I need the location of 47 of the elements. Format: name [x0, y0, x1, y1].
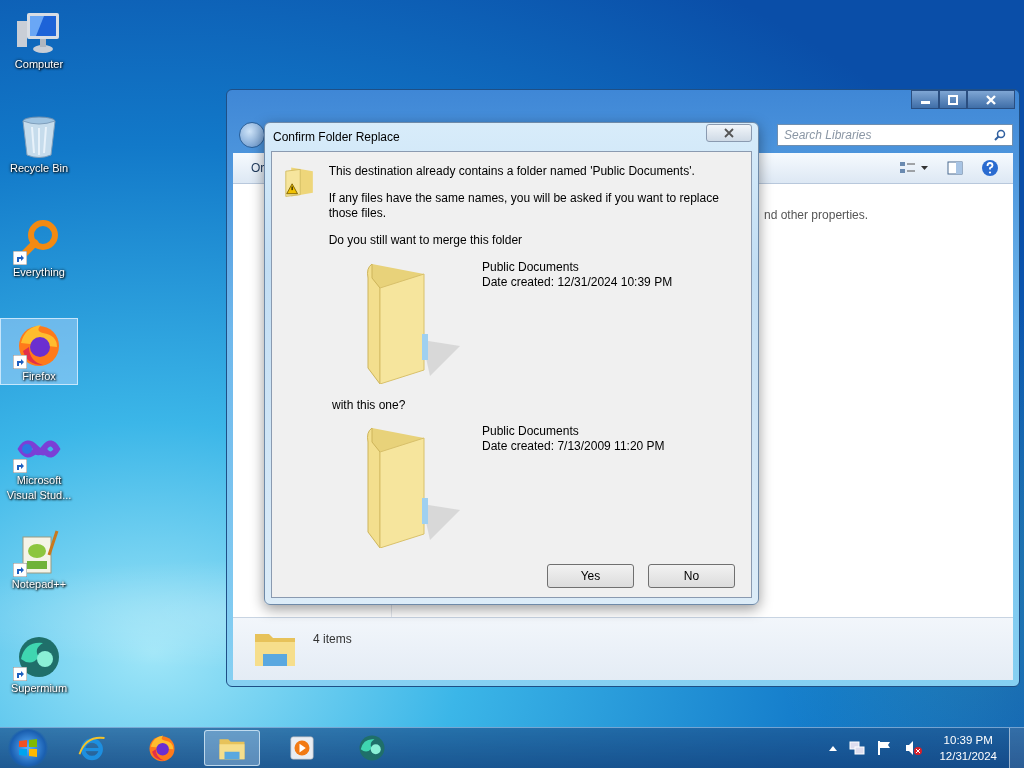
close-icon — [986, 94, 996, 105]
dialog-detail: If any files have the same names, you will be asked if you want to replace those files. — [328, 191, 720, 221]
folder-name: Public Documents — [482, 260, 580, 275]
dialog-connector: with this one? — [332, 398, 407, 412]
desktop-icon[interactable]: Recycle Bin — [0, 110, 78, 177]
help-icon[interactable] — [981, 159, 999, 177]
dialog-title: Confirm Folder Replace — [273, 130, 400, 144]
search-field[interactable]: Search Libraries — [777, 124, 1013, 146]
organize-menu[interactable]: Or — [251, 161, 265, 175]
clock[interactable]: 10:39 PM 12/31/2024 — [939, 732, 997, 764]
network-icon[interactable] — [849, 740, 866, 756]
folder-name: Public Documents — [482, 424, 580, 439]
speaker-muted-icon[interactable] — [905, 740, 924, 756]
minimize-icon — [920, 101, 930, 104]
show-desktop-button[interactable] — [1009, 728, 1024, 768]
windows-logo-icon — [17, 737, 39, 759]
search-icon — [994, 129, 1006, 141]
close-icon — [724, 128, 734, 138]
item-count: 4 items — [313, 632, 352, 646]
dialog-message: This destination already contains a folder named 'Public Documents'. — [328, 164, 696, 179]
shortcut-arrow-icon — [13, 667, 27, 681]
clock-date: 12/31/2024 — [939, 749, 997, 764]
firefox-icon — [147, 733, 177, 763]
minimize-button[interactable] — [911, 90, 939, 109]
view-icon[interactable] — [899, 161, 929, 175]
library-description: nd other properties. — [764, 208, 869, 224]
dialog-button[interactable]: Yes — [547, 564, 634, 588]
close-button[interactable] — [706, 124, 752, 142]
desktop-icon[interactable]: Everything — [0, 214, 78, 281]
clock-time: 10:39 PM — [943, 733, 993, 748]
folder-date: Date created: 12/31/2024 10:39 PM — [482, 275, 673, 290]
shortcut-arrow-icon — [13, 355, 27, 369]
maximize-button[interactable] — [939, 90, 967, 109]
shortcut-arrow-icon — [13, 251, 27, 265]
play-icon — [287, 733, 317, 763]
maximize-icon — [948, 94, 958, 105]
back-button[interactable] — [239, 122, 265, 148]
taskbar-button[interactable] — [204, 730, 260, 766]
shortcut-arrow-icon — [13, 563, 27, 577]
desktop-icon[interactable]: Computer — [0, 6, 78, 73]
shortcut-arrow-icon — [13, 459, 27, 473]
supermium-icon — [357, 733, 387, 763]
dialog-question: Do you still want to merge this folder — [328, 233, 524, 248]
close-button[interactable] — [967, 90, 1015, 109]
dialog-button[interactable]: No — [648, 564, 735, 588]
tray-arrow-icon[interactable] — [829, 745, 838, 751]
folder-date: Date created: 7/13/2009 11:20 PM — [482, 439, 665, 454]
